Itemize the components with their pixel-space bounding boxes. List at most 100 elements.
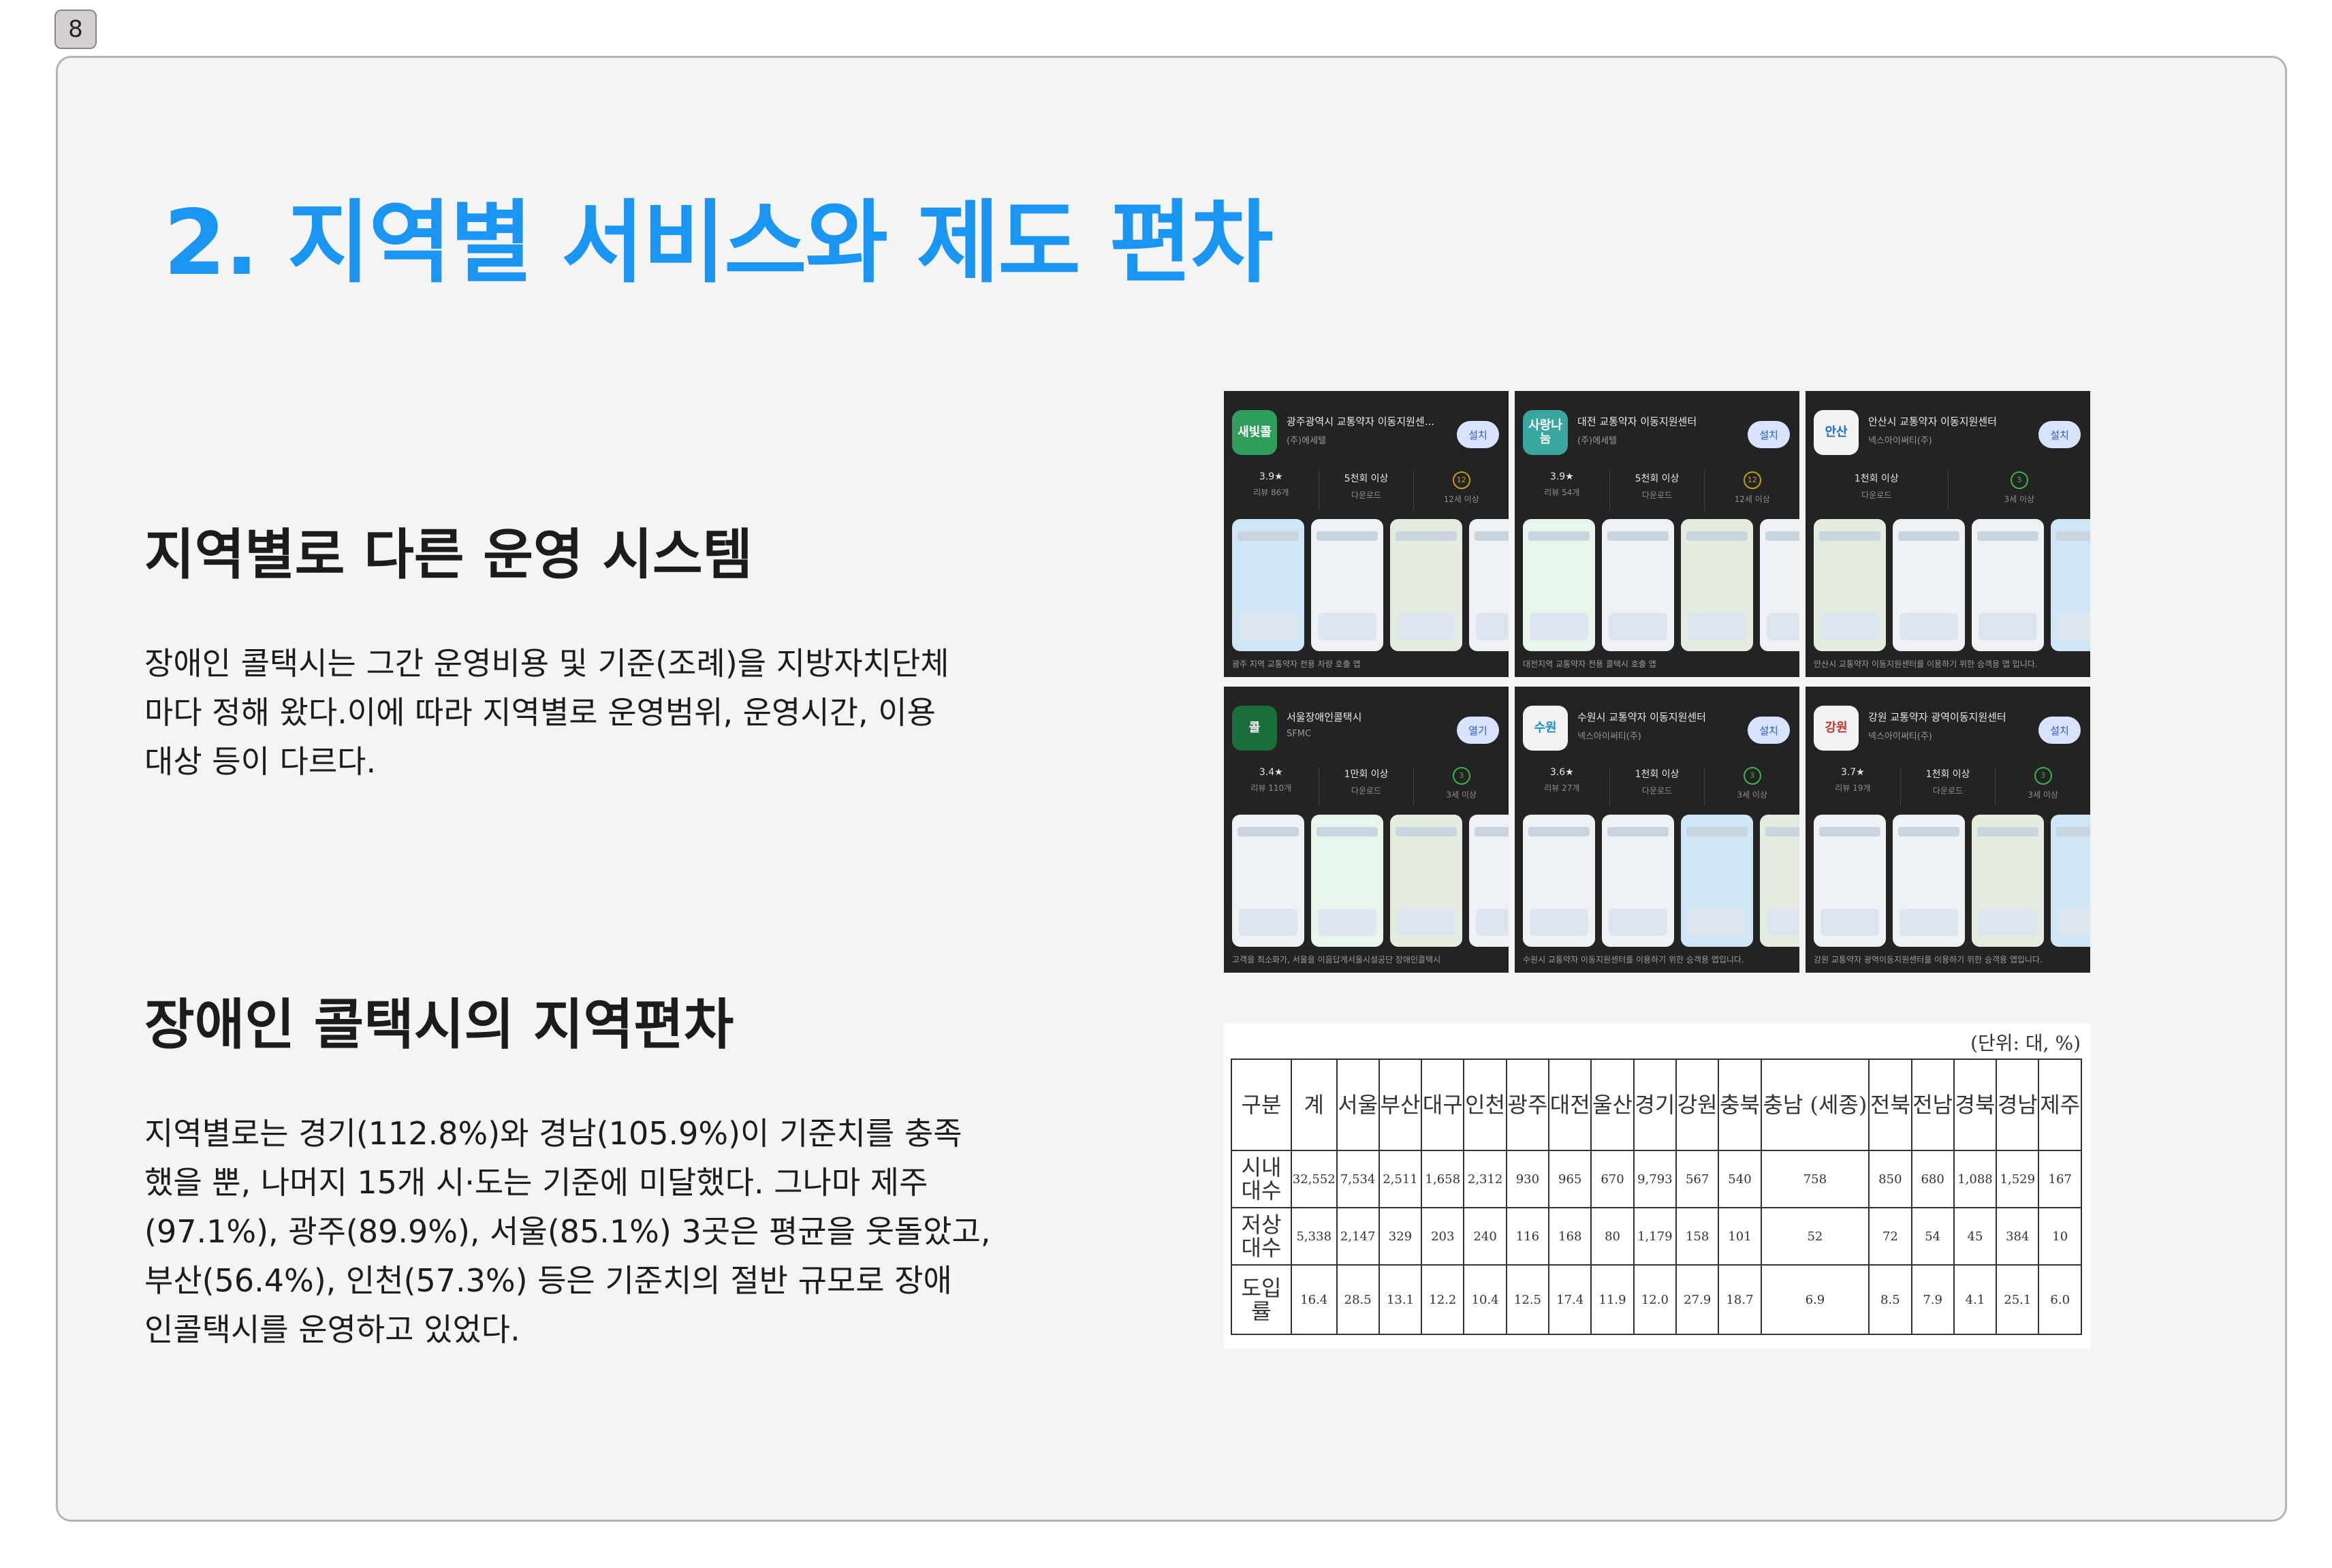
- table-header-cell: 경북: [1953, 1059, 1998, 1151]
- table-header-cell: 전남: [1910, 1059, 1955, 1151]
- install-button[interactable]: 설치: [1748, 421, 1790, 448]
- age-rating-icon: 3: [1452, 767, 1470, 785]
- screenshot-thumbnail: [1814, 519, 1886, 651]
- screenshot-thumbnail: [1311, 815, 1383, 947]
- install-button[interactable]: 설치: [2038, 717, 2081, 744]
- table-cell: 12.0: [1633, 1264, 1677, 1335]
- screenshot-thumbnail: [1602, 815, 1674, 947]
- table-cell: 32,552: [1291, 1150, 1338, 1208]
- app-developer: (주)에세텔: [1287, 436, 1326, 446]
- rating-stat: 3.6★ 리뷰 27개: [1515, 767, 1610, 805]
- table-cell: 7,534: [1336, 1150, 1380, 1208]
- rating-stat: 3.4★ 리뷰 110개: [1224, 767, 1319, 805]
- table-header-cell: 경남: [1996, 1059, 2040, 1151]
- table-cell: 670: [1590, 1150, 1635, 1208]
- paragraph-line: 지역별로는 경기(112.8%)와 경남(105.9%)이 기준치를 충족: [144, 1115, 962, 1152]
- table-cell: 540: [1718, 1150, 1762, 1208]
- age-rating-stat: 3 3세 이상: [1996, 767, 2090, 805]
- table-header-cell: 경기: [1633, 1059, 1677, 1151]
- app-logo-icon: 강원: [1814, 706, 1859, 751]
- age-rating-icon: 3: [2010, 471, 2028, 489]
- screenshot-thumbnail: [1311, 519, 1383, 651]
- table-header-cell: 강원: [1675, 1059, 1720, 1151]
- app-caption: 강원 교통약자 광역이동지원센터를 이용하기 위한 승객용 앱입니다.: [1814, 955, 2043, 965]
- table-cell: 5,338: [1291, 1207, 1338, 1266]
- downloads-stat: 1천회 이상 다운로드: [1901, 767, 1996, 805]
- downloads-stat: 5천회 이상 다운로드: [1319, 471, 1415, 509]
- install-button[interactable]: 설치: [1748, 717, 1790, 744]
- app-logo-icon: 수원: [1523, 706, 1568, 751]
- screenshot-thumbnail: [1602, 519, 1674, 651]
- table-cell: 4.1: [1953, 1264, 1998, 1335]
- table-cell: 116: [1505, 1207, 1550, 1266]
- paragraph-line: (97.1%), 광주(89.9%), 서울(85.1%) 3곳은 평균을 웃돌…: [144, 1213, 991, 1250]
- table-cell: 13.1: [1378, 1264, 1423, 1335]
- table-cell: 12.5: [1505, 1264, 1550, 1335]
- app-name: 대전 교통약자 이동지원센터: [1577, 415, 1697, 428]
- table-cell: 6.9: [1760, 1264, 1870, 1335]
- table-cell: 10.4: [1463, 1264, 1507, 1335]
- section-paragraph-regional-gap: 지역별로는 경기(112.8%)와 경남(105.9%)이 기준치를 충족 했을…: [144, 1109, 991, 1354]
- install-button[interactable]: 설치: [1457, 421, 1499, 448]
- app-logo-icon: 안산: [1814, 410, 1859, 455]
- screenshot-thumbnail: [1232, 519, 1304, 651]
- app-logo-icon: 콜: [1232, 706, 1277, 751]
- table-cell: 101: [1718, 1207, 1762, 1266]
- screenshot-thumbnail: [1232, 815, 1304, 947]
- app-stats: 3.6★ 리뷰 27개 1천회 이상 다운로드 3 3세 이상: [1515, 767, 1799, 805]
- rating-stat: 3.9★ 리뷰 86개: [1224, 471, 1319, 509]
- app-name: 수원시 교통약자 이동지원센터: [1577, 711, 1706, 723]
- age-rating-icon: 3: [1743, 767, 1761, 785]
- table-cell: 18.7: [1718, 1264, 1762, 1335]
- app-stats: 1천회 이상 다운로드 3 3세 이상: [1806, 471, 2090, 509]
- age-rating-icon: 12: [1743, 471, 1761, 489]
- paragraph-line: 부산(56.4%), 인천(57.3%) 등은 기준치의 절반 규모로 장애: [144, 1262, 952, 1299]
- app-developer: 넥스아이써티(주): [1868, 436, 1932, 446]
- rating-stat: 3.7★ 리뷰 19개: [1806, 767, 1901, 805]
- app-name: 강원 교통약자 광역이동지원센터: [1868, 711, 2006, 723]
- screenshot-thumbnail: [1469, 815, 1509, 947]
- screenshot-thumbnail: [1814, 815, 1886, 947]
- app-listing-gwangju[interactable]: 새빛콜 광주광역시 교통약자 이동지원센... (주)에세텔 설치 3.9★ 리뷰…: [1224, 391, 1509, 677]
- app-caption: 대전지역 교통약자 전용 콜택시 호출 앱: [1523, 659, 1656, 669]
- table-cell: 1,088: [1953, 1150, 1998, 1208]
- paragraph-line: 인콜택시를 운영하고 있었다.: [144, 1311, 520, 1348]
- app-name: 서울장애인콜택시: [1287, 711, 1362, 723]
- regional-stats-table: 구분 계 서울 부산 대구 인천 광주 대전 울산 경기 강원 충북 충남 (세…: [1231, 1059, 2082, 1335]
- app-listing-suwon[interactable]: 수원 수원시 교통약자 이동지원센터 넥스아이써티(주) 설치 3.6★ 리뷰 2…: [1515, 687, 1799, 973]
- table-cell: 1,658: [1421, 1150, 1465, 1208]
- table-cell: 203: [1421, 1207, 1465, 1266]
- app-screenshots: [1814, 519, 2090, 651]
- app-screenshots: [1814, 815, 2090, 947]
- downloads-stat: 1천회 이상 다운로드: [1806, 471, 1949, 509]
- table-header-cell: 부산: [1378, 1059, 1423, 1151]
- age-rating-stat: 12 12세 이상: [1705, 471, 1799, 509]
- table-cell: 17.4: [1548, 1264, 1592, 1335]
- paragraph-line: 장애인 콜택시는 그간 운영비용 및 기준(조례)을 지방자치단체: [144, 645, 949, 682]
- downloads-stat: 5천회 이상 다운로드: [1610, 471, 1705, 509]
- app-listing-seoul[interactable]: 콜 서울장애인콜택시 SFMC 열기 3.4★ 리뷰 110개 1만회 이상 다운로…: [1224, 687, 1509, 973]
- app-listing-ansan[interactable]: 안산 안산시 교통약자 이동지원센터 넥스아이써티(주) 설치 1천회 이상 다운…: [1806, 391, 2090, 677]
- screenshot-thumbnail: [2051, 815, 2090, 947]
- screenshot-thumbnail: [1760, 815, 1799, 947]
- age-rating-stat: 12 12세 이상: [1414, 471, 1509, 509]
- screenshot-thumbnail: [1681, 519, 1753, 651]
- app-screenshots: [1523, 519, 1799, 651]
- table-cell: 12.2: [1421, 1264, 1465, 1335]
- app-developer: (주)에세텔: [1577, 436, 1617, 446]
- paragraph-line: 대상 등이 다르다.: [144, 743, 377, 780]
- app-screenshots: [1523, 815, 1799, 947]
- app-listing-daejeon[interactable]: 사랑나눔 대전 교통약자 이동지원센터 (주)에세텔 설치 3.9★ 리뷰 54개…: [1515, 391, 1799, 677]
- table-cell: 27.9: [1675, 1264, 1720, 1335]
- table-cell: 8.5: [1868, 1264, 1912, 1335]
- app-store-mosaic: 새빛콜 광주광역시 교통약자 이동지원센... (주)에세텔 설치 3.9★ 리뷰…: [1224, 391, 2090, 973]
- table-header-cell: 서울: [1336, 1059, 1380, 1151]
- install-button[interactable]: 설치: [2038, 421, 2081, 448]
- app-caption: 수원시 교통약자 이동지원센터를 이용하기 위한 승객용 앱입니다.: [1523, 955, 1744, 965]
- table-cell: 72: [1868, 1207, 1912, 1266]
- app-screenshots: [1232, 815, 1509, 947]
- screenshot-thumbnail: [1972, 519, 2044, 651]
- open-button[interactable]: 열기: [1457, 717, 1499, 744]
- app-listing-gangwon[interactable]: 강원 강원 교통약자 광역이동지원센터 넥스아이써티(주) 설치 3.7★ 리뷰 …: [1806, 687, 2090, 973]
- table-cell: 25.1: [1996, 1264, 2040, 1335]
